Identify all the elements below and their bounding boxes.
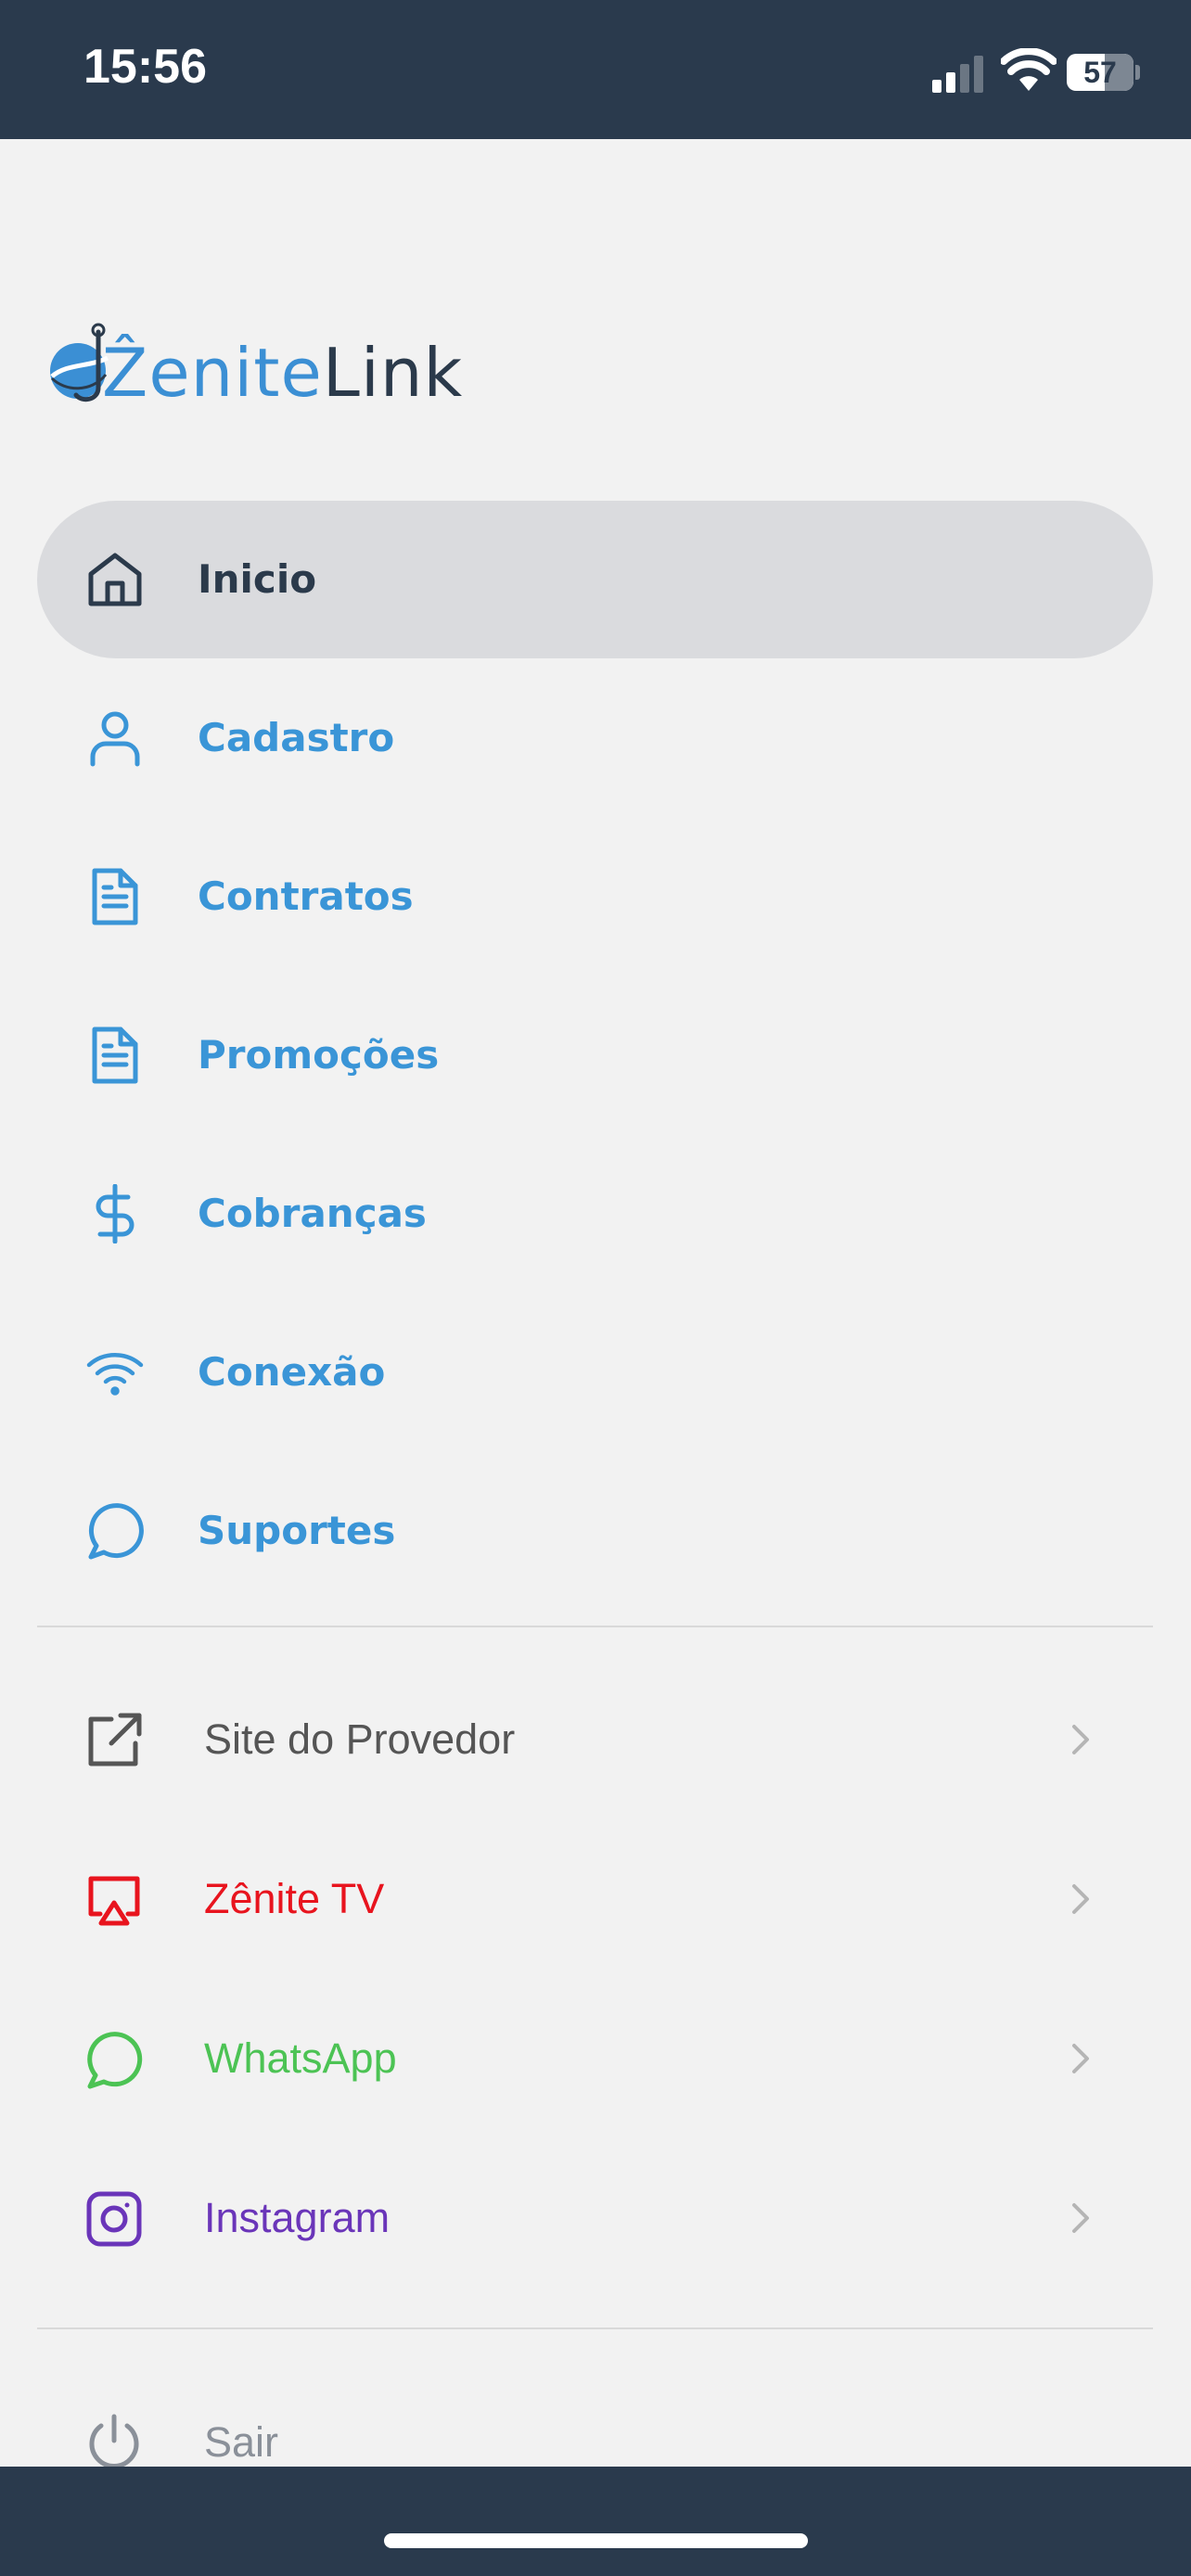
menu-item-label: Inicio [198,556,317,602]
logo-text-zenite: Ẑenite [102,334,323,412]
home-indicator[interactable] [384,2533,808,2548]
battery-level: 57 [1083,56,1117,89]
chevron-right-icon [1072,1884,1089,1914]
link-label: WhatsApp [204,2034,397,2082]
menu-item-cadastro[interactable]: Cadastro [37,659,1153,817]
status-time: 15:56 [83,40,207,94]
whatsapp-icon [87,2032,143,2089]
link-zenite-tv[interactable]: Zênite TV [37,1819,1153,1979]
menu-item-cobrancas[interactable]: Cobranças [37,1135,1153,1293]
document-icon [92,868,138,925]
link-label: Instagram [204,2194,391,2241]
menu-item-label: Promoções [198,1032,440,1078]
menu-item-promocoes[interactable]: Promoções [37,976,1153,1134]
external-link-icon [88,1713,142,1766]
menu-item-conexao[interactable]: Conexão [37,1294,1153,1451]
home-icon [88,553,142,606]
logo-text: ẐeniteLink [102,336,463,410]
links-divider [37,2327,1153,2329]
menu-item-suportes[interactable]: Suportes [37,1452,1153,1610]
menu-item-label: Suportes [198,1508,396,1553]
menu-item-contratos[interactable]: Contratos [37,818,1153,976]
status-bar: 15:56 57 [0,0,1191,139]
menu-divider [37,1626,1153,1627]
wifi-status-icon [1001,48,1057,91]
chevron-right-icon [1072,2203,1089,2233]
airplay-icon [88,1876,140,1926]
menu-item-label: Cobranças [198,1191,427,1236]
cellular-signal-icon [932,56,983,93]
link-site-do-provedor[interactable]: Site do Provedor [37,1660,1153,1819]
link-label: Zênite TV [204,1875,385,1922]
menu-item-inicio[interactable]: Inicio [37,501,1153,658]
chat-icon [88,1503,144,1560]
wifi-icon [86,1353,144,1396]
power-icon [89,2414,139,2468]
battery-indicator: 57 [1067,54,1140,91]
app-logo: ẐeniteLink [45,315,462,417]
instagram-icon [86,2191,142,2247]
dollar-icon [96,1184,134,1243]
logo-text-link: Link [322,334,464,412]
link-instagram[interactable]: Instagram [37,2138,1153,2298]
chevron-right-icon [1072,2044,1089,2073]
chevron-right-icon [1072,1725,1089,1754]
menu-item-label: Conexão [198,1349,386,1395]
link-label: Site do Provedor [204,1715,516,1763]
link-whatsapp[interactable]: WhatsApp [37,1979,1153,2138]
menu-item-label: Contratos [198,874,414,919]
bottom-bar [0,2467,1191,2576]
document-icon [92,1027,138,1084]
user-icon [90,711,140,767]
menu-item-label: Cadastro [198,715,395,760]
